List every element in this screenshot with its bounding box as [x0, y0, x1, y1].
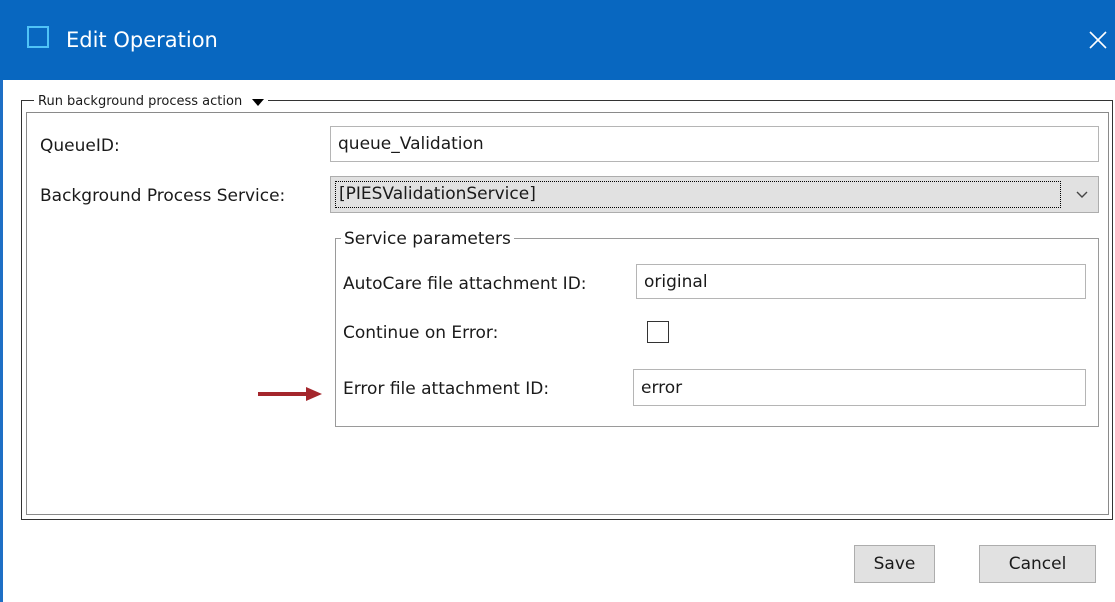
- cancel-button[interactable]: Cancel: [979, 545, 1096, 583]
- queue-id-label: QueueID:: [40, 136, 120, 156]
- dropdown-triangle-icon[interactable]: [252, 98, 265, 106]
- autocare-attachment-input[interactable]: [636, 264, 1086, 299]
- title-bar: Edit Operation: [0, 0, 1115, 80]
- close-button[interactable]: [1082, 18, 1114, 62]
- close-icon: [1089, 31, 1107, 49]
- background-service-label: Background Process Service:: [40, 186, 286, 206]
- action-group-legend-label: Run background process action: [38, 94, 243, 109]
- right-arrow-icon: [258, 387, 322, 401]
- save-button[interactable]: Save: [854, 545, 935, 583]
- error-attachment-label: Error file attachment ID:: [343, 379, 550, 399]
- error-attachment-input[interactable]: [633, 369, 1086, 406]
- background-service-select[interactable]: [PIESValidationService]: [330, 176, 1099, 213]
- background-service-selected-value: [PIESValidationService]: [335, 181, 1061, 208]
- service-parameters-legend: Service parameters: [341, 228, 514, 250]
- continue-on-error-label: Continue on Error:: [343, 323, 499, 343]
- autocare-attachment-label: AutoCare file attachment ID:: [343, 274, 587, 294]
- queue-id-input[interactable]: [330, 126, 1099, 162]
- chevron-down-icon: [1076, 191, 1088, 198]
- window-icon: [27, 26, 49, 48]
- window-title: Edit Operation: [66, 28, 218, 52]
- action-group-legend[interactable]: Run background process action: [34, 92, 269, 112]
- window-left-edge: [0, 80, 3, 602]
- continue-on-error-checkbox[interactable]: [647, 321, 669, 343]
